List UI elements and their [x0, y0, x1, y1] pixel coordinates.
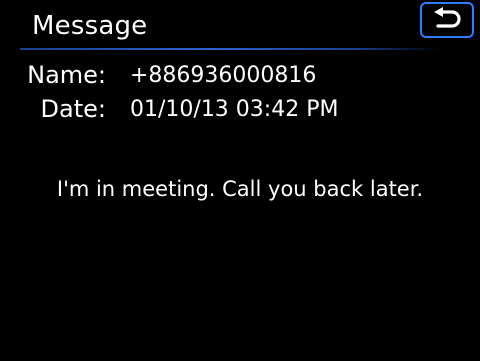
back-button[interactable] [420, 2, 474, 38]
name-label: Name: [27, 61, 106, 89]
date-row: Date: 01/10/13 03:42 PM [0, 94, 480, 124]
page-title: Message [32, 11, 148, 41]
date-label: Date: [40, 95, 106, 123]
header-divider [20, 48, 440, 50]
sender-row: Name: +886936000816 [0, 60, 480, 90]
sender-number: +886936000816 [130, 63, 317, 88]
message-text: I'm in meeting. Call you back later. [56, 177, 424, 201]
return-arrow-icon [430, 7, 464, 33]
message-date: 01/10/13 03:42 PM [130, 97, 339, 122]
header-bar: Message [0, 0, 480, 50]
